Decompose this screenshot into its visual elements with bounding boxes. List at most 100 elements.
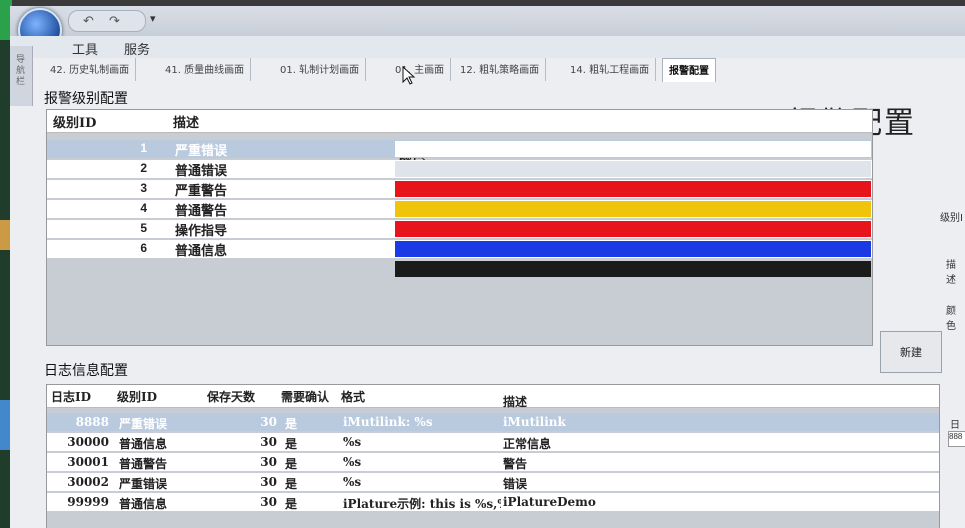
level-desc: 普通警告 (175, 204, 228, 219)
log-level: 严重错误 (119, 417, 168, 431)
log-desc: 警告 (503, 457, 528, 471)
table-row[interactable]: 99999 普通信息 30 是 iPlature示例: this is %s,%… (47, 493, 939, 511)
level-id-cell: 1 (47, 140, 147, 158)
log-days: 30 (260, 455, 277, 469)
menu-service[interactable]: 服务 (124, 39, 150, 58)
table-row[interactable]: 2 普通错误 (47, 160, 872, 179)
title-bar: ↶ ↷ ▾ (10, 6, 965, 37)
table-row[interactable]: 30002 严重错误 30 是 %s 错误 (47, 473, 939, 491)
log-desc: iMutilink (503, 415, 566, 429)
log-days: 30 (260, 415, 277, 429)
level-desc: 普通错误 (175, 164, 228, 179)
redo-icon[interactable]: ↷ (109, 13, 120, 29)
level-id: 4 (140, 201, 147, 215)
tab-main[interactable]: 01. 主画面 (389, 58, 452, 81)
column-header-level-id[interactable]: 级别ID (53, 112, 96, 131)
log-format: %s (343, 435, 362, 449)
level-desc: 普通信息 (175, 244, 228, 259)
log-confirm: 是 (285, 417, 298, 431)
column-header-format[interactable]: 格式 (341, 388, 491, 405)
level-desc: 严重警告 (175, 184, 228, 199)
level-id-cell: 6 (47, 240, 147, 258)
log-confirm: 是 (285, 457, 298, 471)
level-id-cell: 5 (47, 220, 147, 238)
column-header-desc[interactable]: 描述 (503, 393, 703, 410)
table-row[interactable]: 5 操作指导 (47, 220, 872, 239)
level-id-cell: 2 (47, 160, 147, 178)
log-days: 30 (260, 435, 277, 449)
column-header-level-id[interactable]: 级别ID (117, 388, 197, 405)
log-id: 99999 (67, 495, 109, 509)
color-label: 颜色 (946, 306, 956, 332)
quick-access-dropdown-icon[interactable]: ▾ (150, 12, 156, 25)
mouse-cursor-icon (402, 66, 416, 85)
log-confirm: 是 (285, 477, 298, 491)
log-desc: 错误 (503, 477, 528, 491)
menu-tools[interactable]: 工具 (72, 39, 98, 58)
level-id-cell: 4 (47, 200, 147, 218)
app-window: ↶ ↷ ▾ 工具 服务 导航栏 42. 历史轧制画面 41. 质量曲线画面 01… (10, 6, 965, 528)
level-id: 5 (140, 221, 147, 235)
tab-quality-curve[interactable]: 41. 质量曲线画面 (159, 58, 252, 81)
color-swatch[interactable] (395, 181, 871, 197)
new-button[interactable]: 新建 (880, 331, 942, 373)
color-swatch[interactable] (395, 141, 871, 157)
log-id-input[interactable]: 888 (948, 431, 965, 447)
level-config-table: 级别ID 描述 颜色 1 严重错误 2 普通错误 3 严重警告 4 普通警告 5… (46, 109, 873, 346)
color-swatch[interactable] (395, 221, 871, 237)
undo-icon[interactable]: ↶ (83, 13, 94, 29)
color-swatch[interactable] (395, 261, 871, 277)
table-row[interactable]: 8888 严重错误 30 是 iMutilink: %s iMutilink (47, 413, 939, 431)
table-row[interactable]: 4 普通警告 (47, 200, 872, 219)
tab-bar: 42. 历史轧制画面 41. 质量曲线画面 01. 轧制计划画面 01. 主画面… (44, 58, 964, 82)
level-config-title: 报警级别配置 (44, 91, 128, 107)
table-header: 日志ID 级别ID 保存天数 需要确认 格式 描述 (47, 385, 939, 410)
table-row[interactable]: 30001 普通警告 30 是 %s 警告 (47, 453, 939, 471)
table-row[interactable]: 30000 普通信息 30 是 %s 正常信息 (47, 433, 939, 451)
log-level: 严重错误 (119, 477, 168, 491)
level-desc: 操作指导 (175, 224, 228, 239)
table-row[interactable]: 3 严重警告 (47, 180, 872, 199)
log-confirm: 是 (285, 437, 298, 451)
tab-history-rolling[interactable]: 42. 历史轧制画面 (44, 58, 137, 81)
log-format: iPlature示例: this is %s,% (343, 497, 501, 511)
log-level: 普通警告 (119, 457, 168, 471)
log-id: 30000 (67, 435, 109, 449)
tab-alarm-config[interactable]: 报警配置 (662, 58, 716, 82)
log-confirm: 是 (285, 497, 298, 511)
column-header-need-confirm[interactable]: 需要确认 (281, 388, 335, 405)
log-config-title: 日志信息配置 (44, 363, 128, 379)
color-swatch[interactable] (395, 241, 871, 257)
log-id: 30001 (67, 455, 109, 469)
level-id: 2 (140, 161, 147, 175)
table-row[interactable]: 6 普通信息 (47, 240, 872, 259)
log-id: 8888 (75, 415, 109, 429)
desc-label: 描述 (946, 260, 956, 286)
table-row (47, 260, 872, 278)
log-id: 30002 (67, 475, 109, 489)
column-header-log-id[interactable]: 日志ID (51, 388, 109, 405)
sidebar-strip[interactable]: 导航栏 (10, 46, 33, 106)
table-row[interactable]: 1 严重错误 (47, 140, 872, 159)
color-swatch[interactable] (395, 161, 871, 177)
tab-rough-strategy[interactable]: 12. 粗轧策略画面 (454, 58, 547, 81)
log-level: 普通信息 (119, 497, 168, 511)
level-desc: 严重错误 (175, 144, 228, 159)
log-config-table: 日志ID 级别ID 保存天数 需要确认 格式 描述 8888 严重错误 30 是… (46, 384, 940, 528)
menu-bar: 工具 服务 (10, 36, 965, 58)
log-days: 30 (260, 495, 277, 509)
log-days: 30 (260, 475, 277, 489)
level-id-cell: 3 (47, 180, 147, 198)
quick-access-toolbar: ↶ ↷ (68, 10, 146, 32)
column-header-desc[interactable]: 描述 (173, 112, 199, 131)
sidebar-label: 导航栏 (16, 54, 26, 86)
level-id: 6 (140, 241, 147, 255)
color-swatch[interactable] (395, 201, 871, 217)
tab-rough-engineering[interactable]: 14. 粗轧工程画面 (564, 58, 657, 81)
log-desc: 正常信息 (503, 437, 552, 451)
log-format: iMutilink: %s (343, 415, 433, 429)
log-desc: iPlatureDemo (503, 495, 596, 509)
column-header-save-days[interactable]: 保存天数 (207, 388, 277, 405)
tab-rolling-plan[interactable]: 01. 轧制计划画面 (274, 58, 367, 81)
log-format: %s (343, 475, 362, 489)
